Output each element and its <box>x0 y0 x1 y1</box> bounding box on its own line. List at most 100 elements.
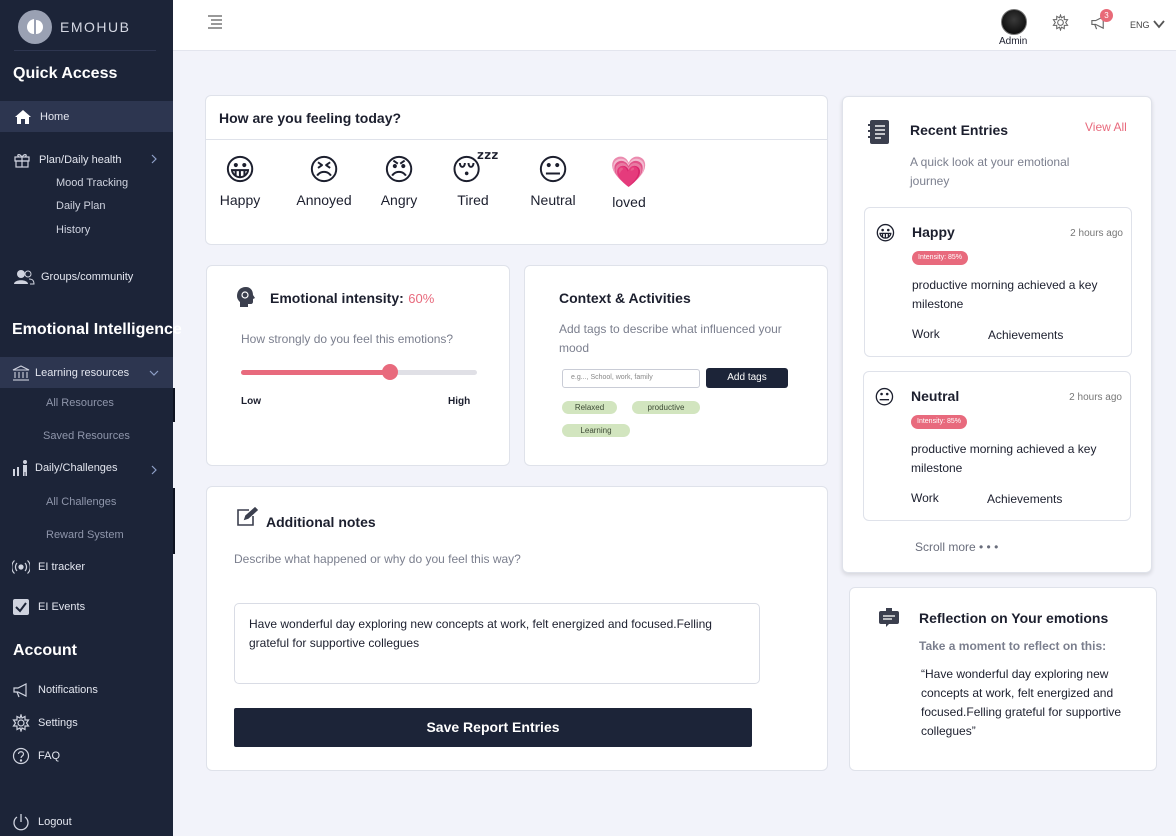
slider-fill <box>241 370 390 375</box>
save-report-button[interactable]: Save Report Entries <box>234 708 752 747</box>
scroll-more-link[interactable]: Scroll more • • • <box>915 540 998 554</box>
entry-mood: Neutral <box>911 388 960 404</box>
nav-home[interactable]: Home <box>0 101 173 132</box>
settings-gear-icon[interactable] <box>1052 14 1069 31</box>
nav-settings[interactable]: Settings <box>0 712 173 734</box>
nav-challenges-label: Daily/Challenges <box>35 462 118 474</box>
view-all-link[interactable]: View All <box>1085 120 1127 134</box>
head-brain-icon <box>237 287 255 307</box>
nav-all-challenges[interactable]: All Challenges <box>46 496 116 508</box>
brand[interactable]: EMOHUB <box>18 10 130 44</box>
nav-all-resources[interactable]: All Resources <box>46 397 114 409</box>
entry-tag: Achievements <box>987 492 1063 506</box>
chart-person-icon <box>10 459 32 477</box>
heart-icon: 💗 <box>610 155 648 190</box>
notes-prompt: Describe what happened or why do you fee… <box>234 552 521 566</box>
power-icon <box>10 813 32 831</box>
intensity-card: Emotional intensity: 60% How strongly do… <box>206 265 510 466</box>
intensity-value: 60% <box>408 291 435 306</box>
question-icon <box>10 747 32 765</box>
mood-loved[interactable]: 💗 loved <box>607 155 651 211</box>
intensity-badge: Intensity: 85% <box>912 251 968 265</box>
context-title: Context & Activities <box>559 290 691 306</box>
divider <box>206 139 827 140</box>
nav-ei-events[interactable]: EI Events <box>0 596 173 618</box>
mood-annoyed[interactable]: 😣 Annoyed <box>295 153 353 209</box>
reflection-card: Reflection on Your emotions Take a momen… <box>849 587 1157 771</box>
mood-label: loved <box>612 194 646 210</box>
reflection-quote: “Have wonderful day exploring new concep… <box>921 667 1122 738</box>
notes-card: Additional notes Describe what happened … <box>206 486 828 771</box>
tag-input[interactable]: e.g..., School, work, family <box>562 369 700 388</box>
tag-chip[interactable]: Relaxed <box>562 401 617 414</box>
nav-saved-resources[interactable]: Saved Resources <box>43 430 130 442</box>
entry-time: 2 hours ago <box>1069 392 1122 403</box>
nav-mood-tracking[interactable]: Mood Tracking <box>56 177 128 189</box>
mood-neutral[interactable]: 😐 Neutral <box>526 153 580 209</box>
intensity-slider[interactable] <box>241 364 477 380</box>
nav-notifications[interactable]: Notifications <box>0 679 173 701</box>
language-selector[interactable]: ENG <box>1130 20 1150 30</box>
gear-icon <box>10 714 32 732</box>
entry-tag: Work <box>911 491 939 505</box>
checkbox-icon <box>10 598 32 616</box>
mood-label: Angry <box>380 192 418 208</box>
annoyed-face-icon: 😣 <box>308 153 340 188</box>
brand-name: EMOHUB <box>60 19 131 35</box>
mood-angry[interactable]: 😠 Angry <box>376 154 422 209</box>
entry-card[interactable]: 😐 Neutral 2 hours ago Intensity: 85% pro… <box>863 371 1131 521</box>
slider-low-label: Low <box>241 396 261 407</box>
menu-icon[interactable] <box>206 14 224 30</box>
add-tags-button[interactable]: Add tags <box>706 368 788 388</box>
entry-card[interactable]: 😀 Happy 2 hours ago Intensity: 85% produ… <box>864 207 1132 357</box>
user-name: Admin <box>999 36 1028 47</box>
bank-icon <box>10 364 32 382</box>
intensity-badge: Intensity: 85% <box>911 415 967 429</box>
nav-faq[interactable]: FAQ <box>0 745 173 767</box>
notebook-icon <box>868 120 889 144</box>
topbar: Admin 3 ENG <box>173 0 1176 51</box>
nav-challenges[interactable]: Daily/Challenges <box>0 456 173 480</box>
feeling-title: How are you feeling today? <box>219 110 402 126</box>
message-icon <box>879 608 899 627</box>
chevron-right-icon <box>151 465 157 475</box>
megaphone-icon <box>10 681 32 699</box>
nav-ei-tracker[interactable]: EI tracker <box>0 556 173 578</box>
nav-plan[interactable]: Plan/Daily health <box>0 150 173 170</box>
mood-label: Annoyed <box>296 192 352 208</box>
nav-reward-system[interactable]: Reward System <box>46 529 124 541</box>
chevron-down-icon <box>149 370 159 376</box>
nav-learning-label: Learning resources <box>35 366 130 379</box>
intensity-question: How strongly do you feel this emotions? <box>241 332 454 346</box>
tag-chip[interactable]: productive <box>632 401 700 414</box>
divider <box>14 50 156 51</box>
nav-logout-label: Logout <box>38 816 72 828</box>
neutral-face-icon: 😐 <box>537 153 569 188</box>
nav-logout[interactable]: Logout <box>0 811 173 833</box>
nav-history[interactable]: History <box>56 224 90 236</box>
entry-description: productive morning achieved a key milest… <box>912 278 1098 311</box>
slider-handle[interactable] <box>381 364 398 380</box>
notes-textarea[interactable]: Have wonderful day exploring new concept… <box>234 603 760 684</box>
users-icon <box>11 268 37 286</box>
nav-notifications-label: Notifications <box>38 684 98 696</box>
mood-tired[interactable]: 😴 Tired <box>451 154 499 209</box>
nav-groups[interactable]: Groups/community <box>0 267 173 287</box>
avatar[interactable] <box>1001 9 1027 35</box>
intensity-title: Emotional intensity: <box>270 290 404 306</box>
chevron-down-icon[interactable] <box>1153 19 1165 29</box>
chevron-right-icon <box>151 154 157 164</box>
logo-icon <box>18 10 52 44</box>
account-title: Account <box>13 642 77 659</box>
gift-icon <box>11 151 33 169</box>
nav-daily-plan[interactable]: Daily Plan <box>56 200 106 212</box>
nav-learning[interactable]: Learning resources <box>0 357 173 388</box>
mood-happy[interactable]: 😀 Happy <box>218 154 262 209</box>
recent-title: Recent Entries <box>910 122 1009 138</box>
tag-chip[interactable]: Learning <box>562 424 630 437</box>
entry-tag: Achievements <box>988 328 1064 342</box>
feeling-card: How are you feeling today? 😀 Happy 😣 Ann… <box>205 95 828 245</box>
nav-plan-label: Plan/Daily health <box>39 154 122 166</box>
mood-label: Tired <box>457 192 489 208</box>
reflection-title: Reflection on Your emotions <box>919 610 1109 626</box>
